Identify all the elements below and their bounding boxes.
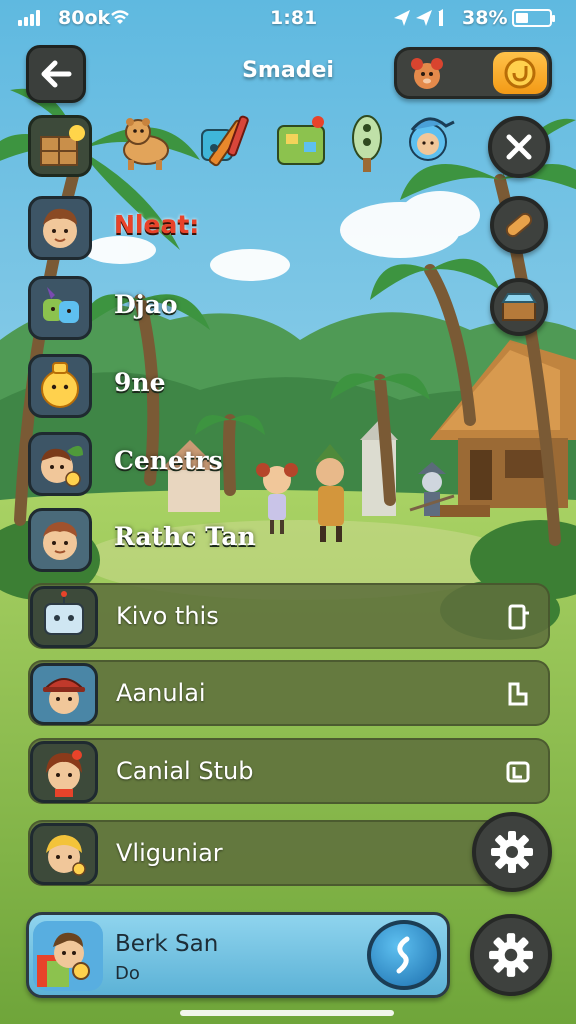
battery-icon: [512, 9, 555, 27]
gear-icon: [491, 831, 533, 873]
door-icon[interactable]: [504, 603, 532, 631]
menu-item[interactable]: 9ne: [28, 354, 568, 418]
list-row-label: Vliguniar: [116, 839, 223, 867]
game-scene: 80ok 1:81 38% Smadei Nleat: Djao 9ne Cen…: [0, 0, 576, 1024]
avatar: [28, 508, 92, 572]
profile-avatar: [33, 921, 103, 991]
back-arrow-icon: [41, 60, 72, 88]
avatar: [30, 586, 98, 648]
crate-icon: [40, 125, 85, 166]
menu-item[interactable]: Rathc Tan: [28, 508, 568, 572]
location-icon: [392, 7, 452, 34]
signal-icon: [18, 10, 40, 26]
close-button[interactable]: [488, 116, 550, 178]
settings-button[interactable]: [470, 914, 552, 996]
coin-icon: [504, 57, 536, 89]
list-row[interactable]: Vliguniar: [28, 820, 508, 886]
bear-toy-icon[interactable]: [116, 112, 178, 174]
wifi-icon: [108, 6, 132, 31]
avatar: [30, 823, 98, 885]
pet-icon: [411, 58, 443, 89]
profile-card[interactable]: Berk San Do: [26, 912, 450, 998]
list-row[interactable]: Kivo this: [28, 583, 550, 649]
boy-avatar-icon: [43, 208, 77, 248]
profile-action-button[interactable]: [367, 920, 441, 990]
list-row-label: Kivo this: [116, 602, 219, 630]
clock: 1:81: [270, 7, 318, 29]
list-row[interactable]: Canial Stub: [28, 738, 550, 804]
robot-avatar-icon: [44, 591, 84, 635]
currency-display[interactable]: [394, 47, 552, 99]
menu-item-label: Djao: [114, 290, 178, 319]
back-button[interactable]: [26, 45, 86, 103]
profile-subtitle: Do: [115, 963, 140, 984]
swirl-icon: [396, 936, 410, 974]
cactus-icon[interactable]: [344, 110, 390, 176]
menu-item[interactable]: Cenetrs: [28, 432, 568, 496]
board-game-icon[interactable]: [272, 112, 334, 174]
list-row-label: Canial Stub: [116, 757, 254, 785]
hat-avatar-icon: [42, 678, 86, 714]
avatar: [28, 354, 92, 418]
avatar: [28, 432, 92, 496]
coin-button[interactable]: [493, 52, 547, 94]
avatar: [30, 663, 98, 725]
status-bar: 80ok 1:81 38%: [0, 0, 576, 40]
close-icon: [506, 134, 532, 160]
carrier-label: 80ok: [58, 7, 111, 29]
boy-avatar-icon: [43, 521, 77, 560]
crate-button[interactable]: [28, 115, 92, 177]
avatar: [28, 196, 92, 260]
avatar: [28, 276, 92, 340]
gear-icon: [489, 933, 533, 977]
explorer-icon[interactable]: [398, 108, 460, 174]
leaf-avatar-icon: [41, 445, 83, 487]
tool-icon[interactable]: [504, 680, 532, 708]
yellow-creature-icon: [41, 362, 79, 408]
player-avatar-icon: [37, 932, 90, 987]
menu-item-label: Cenetrs: [114, 446, 223, 475]
list-row[interactable]: Aanulai: [28, 660, 550, 726]
girl-avatar-icon: [46, 750, 82, 797]
menu-item-label: Nleat:: [114, 210, 200, 239]
menu-item[interactable]: Djao: [28, 276, 568, 340]
blonde-avatar-icon: [46, 835, 86, 876]
menu-item-label: Rathc Tan: [114, 522, 256, 551]
list-row-label: Aanulai: [116, 679, 206, 707]
paint-tools-icon[interactable]: [194, 112, 260, 174]
menu-item[interactable]: Nleat:: [28, 196, 568, 260]
avatar: [30, 741, 98, 803]
home-indicator[interactable]: [180, 1010, 394, 1016]
settings-button[interactable]: [472, 812, 552, 892]
screen-title: Smadei: [242, 58, 334, 83]
plant-creature-icon: [43, 287, 79, 323]
battery-percent: 38%: [462, 7, 508, 29]
card-icon[interactable]: [504, 758, 532, 786]
menu-item-label: 9ne: [114, 368, 166, 397]
profile-name: Berk San: [115, 931, 219, 957]
